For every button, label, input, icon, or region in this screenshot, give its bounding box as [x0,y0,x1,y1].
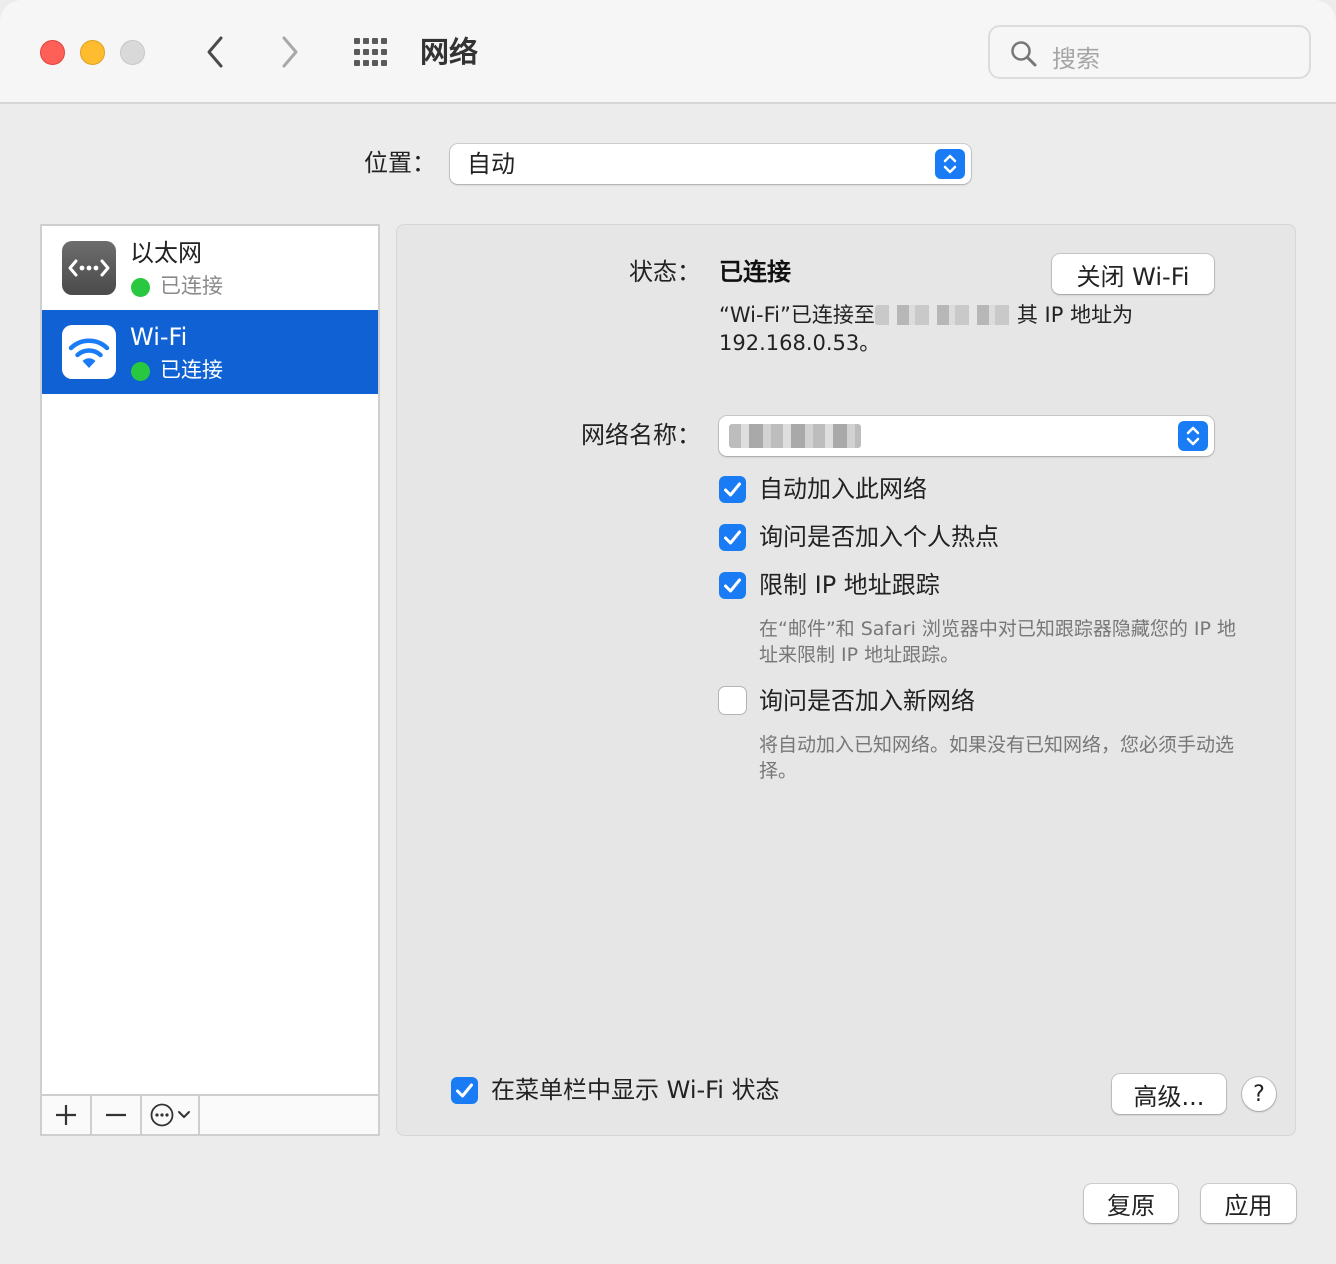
auto-join-checkbox[interactable] [719,476,746,503]
redacted-network-name [729,424,861,448]
limit-ip-tracking-checkbox[interactable] [719,572,746,599]
action-menu-button[interactable] [142,1096,200,1134]
search-placeholder: 搜索 [1052,45,1100,73]
location-label: 位置： [364,149,436,177]
plus-icon [56,1105,76,1125]
ask-new-networks-label: 询问是否加入新网络 [759,687,975,715]
connected-status-dot [131,278,150,297]
location-value: 自动 [467,150,515,178]
checkmark-icon [724,482,741,497]
service-list-toolbar [42,1094,378,1134]
advanced-button[interactable]: 高级... [1112,1074,1226,1114]
minimize-window-button[interactable] [80,40,105,65]
status-description: “Wi-Fi”已连接至其 IP 地址为 192.168.0.53。 [719,301,1179,357]
add-service-button[interactable] [42,1096,92,1134]
forward-button[interactable] [270,30,310,74]
status-label: 状态： [629,258,701,286]
service-status: 已连接 [160,274,223,298]
service-name: Wi-Fi [130,323,188,351]
status-value: 已连接 [719,258,791,286]
wifi-icon [62,325,116,379]
status-desc-prefix: “Wi-Fi”已连接至 [719,303,875,327]
search-field[interactable]: 搜索 [988,25,1311,79]
ethernet-icon [62,241,116,295]
zoom-window-button[interactable] [120,40,145,65]
ask-new-networks-checkbox[interactable] [719,687,746,714]
network-name-label: 网络名称： [581,421,701,449]
back-button[interactable] [195,30,235,74]
service-status: 已连接 [160,358,223,382]
popup-stepper [1178,421,1208,451]
checkmark-icon [724,578,741,593]
ask-new-networks-help: 将自动加入已知网络。如果没有已知网络，您必须手动选择。 [759,734,1235,782]
ellipsis-circle-icon [150,1103,173,1127]
service-list: 以太网 已连接 Wi-Fi 已连接 [40,224,380,1136]
revert-button[interactable]: 复原 [1084,1184,1178,1223]
help-button[interactable]: ? [1242,1077,1276,1111]
minus-icon [106,1113,126,1117]
ask-hotspot-checkbox[interactable] [719,524,746,551]
network-name-popup[interactable] [719,416,1214,456]
auto-join-label: 自动加入此网络 [759,475,927,503]
wifi-detail-panel: 状态： 已连接 关闭 Wi-Fi “Wi-Fi”已连接至其 IP 地址为 192… [396,224,1296,1136]
popup-stepper [935,149,965,179]
up-down-chevron-icon [1186,426,1200,446]
chevron-down-icon [177,1111,190,1118]
network-preferences-window: 网络 搜索 位置： 自动 以太网 已连接 Wi-Fi 已连接 状态： 已连接 关… [0,0,1336,1264]
show-wifi-in-menubar-label: 在菜单栏中显示 Wi-Fi 状态 [491,1076,780,1104]
chevron-right-icon [282,36,298,68]
show-wifi-in-menubar-checkbox[interactable] [451,1077,478,1104]
service-item-ethernet[interactable]: 以太网 已连接 [42,226,378,310]
connected-status-dot [131,362,150,381]
search-icon [1011,41,1037,67]
limit-ip-tracking-label: 限制 IP 地址跟踪 [759,571,940,599]
remove-service-button[interactable] [92,1096,142,1134]
redacted-network-name [874,305,1017,325]
apply-button[interactable]: 应用 [1201,1184,1296,1223]
limit-ip-tracking-help: 在“邮件”和 Safari 浏览器中对已知跟踪器隐藏您的 IP 地址来限制 IP… [759,618,1237,666]
checkmark-icon [724,530,741,545]
title-bar: 网络 搜索 [0,0,1336,104]
show-all-button[interactable] [350,34,392,70]
up-down-chevron-icon [943,154,957,174]
chevron-left-icon [207,36,223,68]
close-window-button[interactable] [40,40,65,65]
window-title: 网络 [420,35,479,69]
service-name: 以太网 [130,239,202,267]
location-popup[interactable]: 自动 [450,144,971,184]
checkmark-icon [456,1083,473,1098]
service-item-wifi[interactable]: Wi-Fi 已连接 [42,310,378,394]
ask-hotspot-label: 询问是否加入个人热点 [759,523,999,551]
turn-off-wifi-button[interactable]: 关闭 Wi-Fi [1052,254,1214,294]
